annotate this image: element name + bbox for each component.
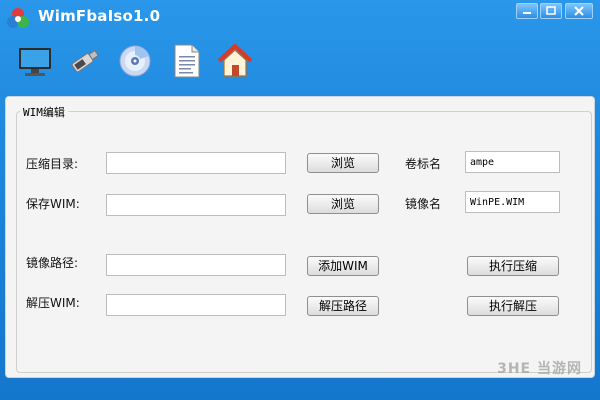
toolbar-document-button[interactable]: [168, 42, 206, 80]
watermark-text: 3HE 当游网: [497, 361, 582, 377]
home-icon: [217, 44, 253, 77]
monitor-icon: [19, 48, 51, 76]
extract-wim-label: 解压WIM:: [26, 296, 80, 310]
save-wim-label: 保存WIM:: [26, 197, 80, 211]
toolbar-usb-button[interactable]: [66, 42, 104, 80]
maximize-icon: [546, 6, 556, 15]
window-title: WimFbaIso1.0: [38, 7, 161, 25]
close-icon: [574, 6, 584, 16]
volume-name-label: 卷标名: [405, 157, 442, 171]
toolbar-home-button[interactable]: [216, 42, 254, 80]
title-bar[interactable]: WimFbaIso1.0: [0, 0, 600, 34]
usb-drive-icon: [71, 49, 99, 73]
maximize-button[interactable]: [540, 3, 562, 19]
browse-compress-dir-button[interactable]: 浏览: [307, 153, 379, 173]
image-name-label: 镜像名: [405, 197, 442, 211]
toolbar-disc-button[interactable]: [116, 42, 154, 80]
extract-wim-input[interactable]: [106, 294, 286, 316]
browse-save-wim-button[interactable]: 浏览: [307, 194, 379, 214]
image-name-input[interactable]: [465, 191, 560, 213]
close-button[interactable]: [565, 3, 593, 19]
compress-dir-input[interactable]: [106, 152, 286, 174]
cd-disc-icon: [119, 45, 151, 77]
compress-dir-label: 压缩目录:: [26, 157, 79, 171]
image-path-label: 镜像路径:: [26, 256, 79, 270]
document-icon: [174, 44, 200, 78]
save-wim-input[interactable]: [106, 194, 286, 216]
volume-name-input[interactable]: [465, 151, 560, 173]
minimize-button[interactable]: [516, 3, 538, 19]
group-title: WIM编辑: [20, 104, 68, 120]
image-path-input[interactable]: [106, 254, 286, 276]
toolbar-monitor-button[interactable]: [16, 42, 54, 80]
run-extract-button[interactable]: 执行解压: [467, 296, 559, 316]
minimize-icon: [523, 12, 531, 14]
app-logo-icon: [6, 6, 30, 30]
toolbar: [0, 38, 600, 86]
add-wim-button[interactable]: 添加WIM: [307, 256, 379, 276]
app-window: WimFbaIso1.0 WIM编辑 压缩目录: 浏览 卷标名 ampe 保存W…: [0, 0, 600, 400]
extract-path-button[interactable]: 解压路径: [307, 296, 379, 316]
main-panel: WIM编辑 压缩目录: 浏览 卷标名 保存WIM: 浏览 镜像名 镜像路径: 添…: [5, 96, 595, 378]
run-compress-button[interactable]: 执行压缩: [467, 256, 559, 276]
